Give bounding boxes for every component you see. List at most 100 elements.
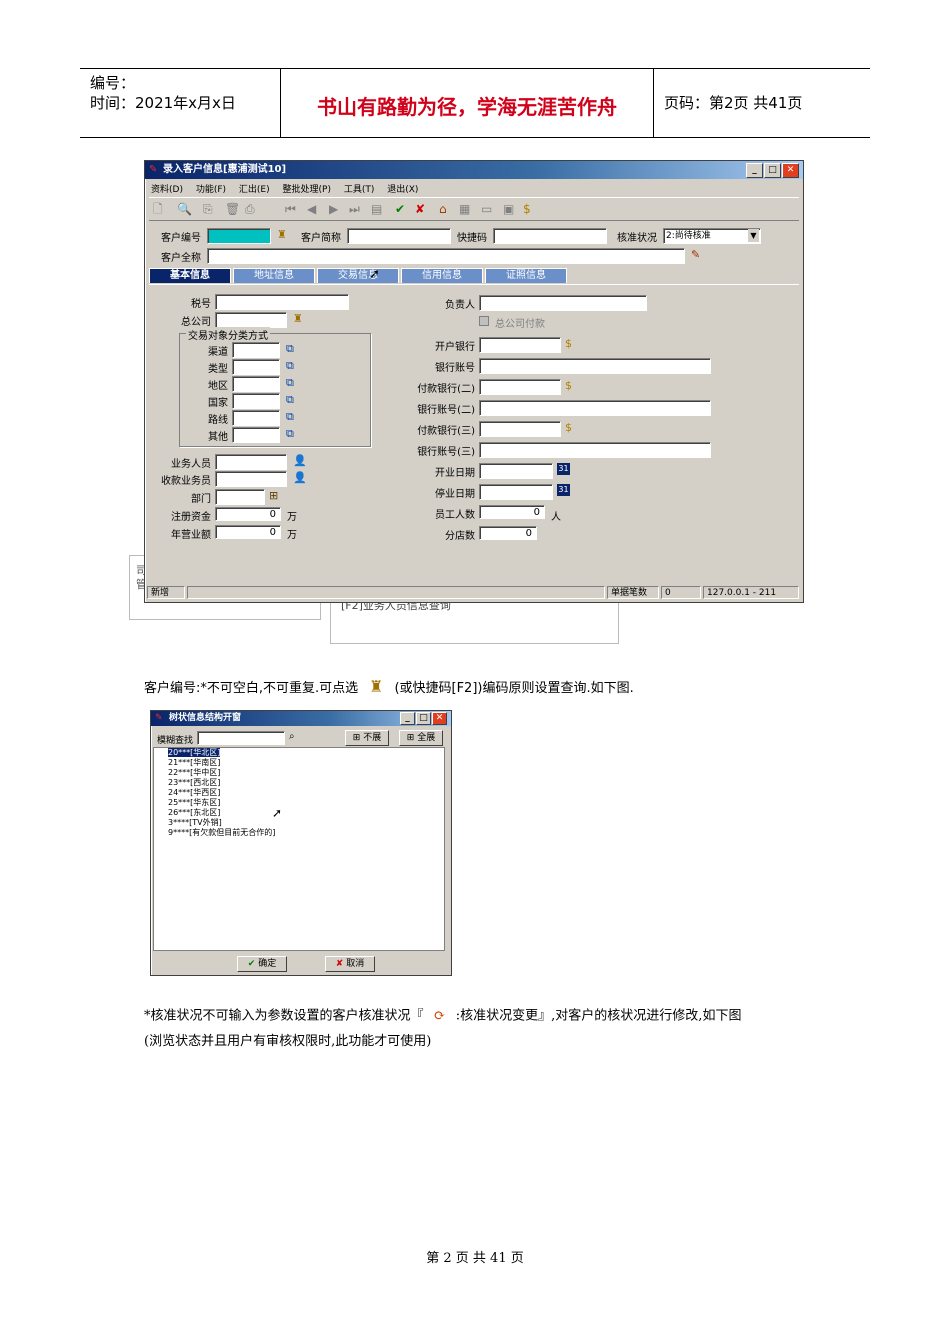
money-bag-icon[interactable]: $: [565, 380, 572, 392]
menu-function[interactable]: 功能(F): [196, 185, 226, 195]
revenue-input[interactable]: 0: [215, 525, 281, 539]
maximize-button[interactable]: □: [416, 712, 431, 725]
channel-input[interactable]: [232, 342, 280, 358]
tree-item[interactable]: 21***[华南区]: [168, 758, 444, 768]
customer-full-input[interactable]: [207, 248, 685, 264]
bank2-input[interactable]: [479, 379, 561, 395]
print-icon[interactable]: ⎙: [245, 198, 255, 220]
list-icon[interactable]: ▦: [459, 198, 470, 220]
menu-batch[interactable]: 整批处理(P): [283, 185, 331, 195]
calendar-icon[interactable]: 31: [557, 484, 570, 496]
bank1-label: 开户银行: [435, 342, 475, 353]
code-rule-icon[interactable]: ♜: [277, 229, 287, 241]
person-icon[interactable]: 👤: [293, 455, 307, 467]
menu-export[interactable]: 汇出(E): [239, 185, 270, 195]
tab-credit[interactable]: 信用信息: [401, 268, 483, 283]
tab-trade[interactable]: 交易信息: [317, 268, 399, 283]
window-picker-icon[interactable]: ⧉: [286, 411, 294, 423]
capital-input[interactable]: 0: [215, 507, 281, 521]
bank3-input[interactable]: [479, 421, 561, 437]
open-date-input[interactable]: [479, 463, 553, 479]
expand-button[interactable]: ⊞ 全展: [399, 730, 443, 746]
account3-input[interactable]: [479, 442, 711, 458]
country-input[interactable]: [232, 393, 280, 409]
dept-input[interactable]: [215, 489, 265, 505]
branch-input[interactable]: 0: [479, 526, 537, 540]
prev-record-icon[interactable]: ◀: [307, 198, 316, 220]
code-rule-icon[interactable]: ♜: [293, 313, 303, 325]
window-picker-icon[interactable]: ⧉: [286, 343, 294, 355]
quick-code-input[interactable]: [493, 228, 607, 244]
salesman-input[interactable]: [215, 454, 287, 470]
fuzzy-search-input[interactable]: [197, 731, 285, 745]
head-pay-checkbox[interactable]: [479, 316, 489, 326]
customer-code-input[interactable]: [207, 228, 271, 244]
close-button[interactable]: ✕: [782, 163, 799, 178]
cancel-x-icon[interactable]: ✘: [415, 198, 425, 220]
person-icon[interactable]: 👤: [293, 472, 307, 484]
tree-item[interactable]: 3****[TV外销]: [168, 818, 444, 828]
minimize-button[interactable]: _: [746, 163, 763, 178]
tree-item[interactable]: 9****[有欠款但目前无合作的]: [168, 828, 444, 838]
tree-item[interactable]: 22***[华中区]: [168, 768, 444, 778]
window-picker-icon[interactable]: ⧉: [286, 428, 294, 440]
calc-icon[interactable]: ▣: [503, 198, 514, 220]
approval-select[interactable]: 2:尚待核准 ▼: [663, 228, 761, 244]
paragraph2a-text: *核准状况不可输入为参数设置的客户核准状况『: [144, 1008, 424, 1024]
tree-item[interactable]: 24***[华西区]: [168, 788, 444, 798]
find-icon[interactable]: ▤: [371, 198, 382, 220]
preview-icon[interactable]: 🔍: [177, 198, 192, 220]
collector-input[interactable]: [215, 471, 287, 487]
tree-item[interactable]: 20***[华北区]: [168, 748, 444, 758]
menu-exit[interactable]: 退出(X): [387, 185, 418, 195]
window-picker-icon[interactable]: ⧉: [286, 394, 294, 406]
quick-code-label: 快捷码: [457, 233, 487, 244]
type-input[interactable]: [232, 359, 280, 375]
next-record-icon[interactable]: ▶: [329, 198, 338, 220]
home-icon[interactable]: ⌂: [439, 198, 447, 220]
tax-input[interactable]: [215, 294, 349, 310]
org-tree-icon[interactable]: ⊞: [269, 490, 278, 502]
chevron-down-icon[interactable]: ▼: [748, 229, 759, 242]
ok-button[interactable]: ✔ 确定: [237, 956, 287, 972]
menu-tools[interactable]: 工具(T): [344, 185, 375, 195]
collapse-button[interactable]: ⊞ 不展: [345, 730, 389, 746]
tab-address[interactable]: 地址信息: [233, 268, 315, 283]
close-button[interactable]: ✕: [432, 712, 447, 725]
head-company-input[interactable]: [215, 312, 287, 328]
calendar-icon[interactable]: 31: [557, 463, 570, 475]
tree-item[interactable]: 25***[华东区]: [168, 798, 444, 808]
window-picker-icon[interactable]: ⧉: [286, 377, 294, 389]
region-input[interactable]: [232, 376, 280, 392]
tab-basic[interactable]: 基本信息: [149, 268, 231, 283]
money-bag-icon[interactable]: $: [565, 422, 572, 434]
bank1-input[interactable]: [479, 337, 561, 353]
tree-item[interactable]: 26***[东北区]: [168, 808, 444, 818]
money-bag-icon[interactable]: $: [565, 338, 572, 350]
delete-icon[interactable]: 🗑: [225, 198, 240, 220]
copy-icon[interactable]: ⎘: [203, 198, 213, 220]
staff-input[interactable]: 0: [479, 505, 545, 519]
new-doc-icon[interactable]: 🗋: [153, 198, 163, 220]
last-record-icon[interactable]: ⏭: [349, 198, 360, 220]
first-record-icon[interactable]: ⏮: [285, 198, 296, 220]
minimize-button[interactable]: _: [400, 712, 415, 725]
search-icon[interactable]: ⌕: [289, 731, 295, 743]
tree-item[interactable]: 23***[西北区]: [168, 778, 444, 788]
close-date-input[interactable]: [479, 484, 553, 500]
menu-data[interactable]: 资料(D): [151, 185, 183, 195]
tab-license[interactable]: 证照信息: [485, 268, 567, 283]
save-check-icon[interactable]: ✔: [395, 198, 405, 220]
card-icon[interactable]: ▭: [481, 198, 492, 220]
other-input[interactable]: [232, 427, 280, 443]
route-input[interactable]: [232, 410, 280, 426]
maximize-button[interactable]: □: [764, 163, 781, 178]
money-bag-icon[interactable]: $: [523, 198, 531, 220]
account2-input[interactable]: [479, 400, 711, 416]
window-picker-icon[interactable]: ⧉: [286, 360, 294, 372]
manager-input[interactable]: [479, 295, 647, 311]
cancel-button[interactable]: ✘ 取消: [325, 956, 375, 972]
customer-short-input[interactable]: [347, 228, 451, 244]
notes-icon[interactable]: ✎: [691, 249, 700, 261]
account1-input[interactable]: [479, 358, 711, 374]
